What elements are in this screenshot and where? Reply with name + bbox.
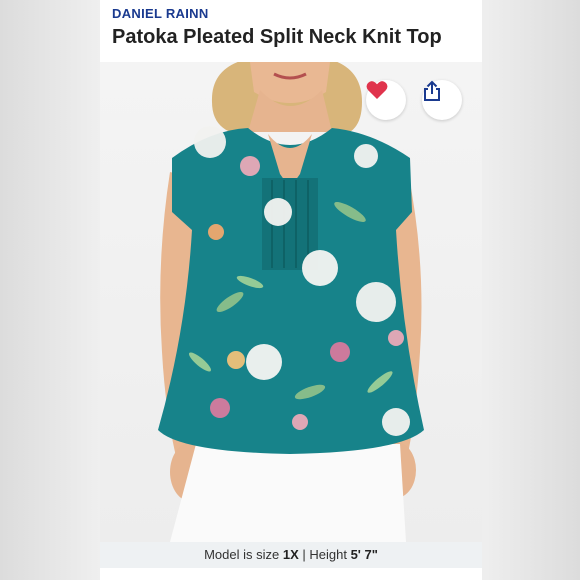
listing-header: DANIEL RAINN Patoka Pleated Split Neck K… — [100, 0, 482, 62]
heart-icon — [366, 81, 388, 99]
card-bottom-strip — [100, 568, 482, 580]
model-illustration — [158, 62, 424, 542]
like-button[interactable] — [366, 80, 406, 120]
height-prefix: Height — [309, 547, 351, 562]
fit-separator: | — [298, 547, 310, 562]
product-photo[interactable] — [100, 62, 482, 542]
right-backdrop — [480, 0, 580, 580]
product-title: Patoka Pleated Split Neck Knit Top — [112, 26, 442, 48]
listing-card: DANIEL RAINN Patoka Pleated Split Neck K… — [100, 0, 482, 580]
size-value: 1X — [282, 547, 299, 562]
left-backdrop — [0, 0, 100, 580]
share-button[interactable] — [422, 80, 462, 120]
height-value: 5' 7" — [350, 547, 378, 562]
share-icon — [424, 80, 440, 101]
brand-name[interactable]: DANIEL RAINN — [112, 6, 209, 21]
size-prefix: Model is size — [204, 547, 283, 562]
model-fit-note: Model is size 1X | Height 5' 7" — [100, 542, 482, 568]
